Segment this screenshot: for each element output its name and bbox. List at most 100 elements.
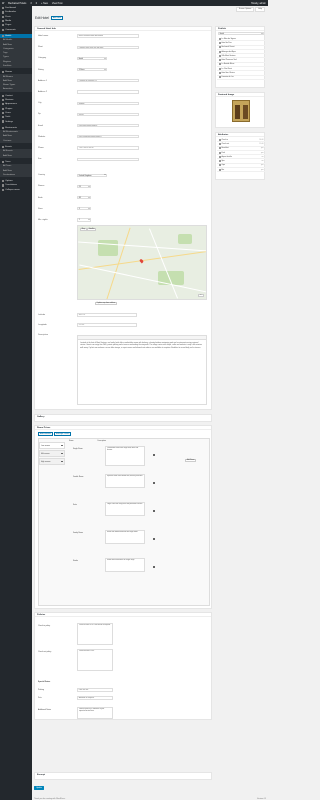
editor-toolbar[interactable]: [78, 336, 206, 340]
description-label: Description: [38, 334, 49, 336]
checkout-textarea[interactable]: Check-out until 11:00.: [77, 649, 113, 671]
city-input[interactable]: Bedoin: [77, 101, 139, 105]
attribute-checkbox[interactable]: [218, 164, 221, 167]
col-desc-header: Description: [97, 440, 106, 442]
address-1-input[interactable]: Chemin du Ventoux 12: [77, 79, 139, 83]
add-new-button[interactable]: Add New: [50, 16, 63, 20]
hotel-checkbox[interactable]: [218, 72, 221, 75]
attribute-row[interactable]: Bar yes: [217, 168, 265, 173]
phone-input[interactable]: +33 4 90 65 00 00: [77, 146, 139, 150]
checkin-textarea[interactable]: Check-in from 14:00. Late arrival on req…: [77, 623, 113, 645]
price-row-textarea[interactable]: Room with double bed and two single beds…: [105, 530, 145, 544]
hotel-list-item[interactable]: Domaine du Lac: [217, 76, 265, 80]
attribute-checkbox[interactable]: [218, 142, 221, 145]
price-row-textarea[interactable]: Comfortable room with single bed, desk a…: [105, 446, 145, 466]
zip-input[interactable]: 84410: [77, 112, 139, 116]
notes-textarea[interactable]: Please inform us in advance of your expe…: [77, 707, 113, 719]
hotel-checkbox[interactable]: [218, 41, 221, 44]
remove-icon[interactable]: [61, 444, 63, 447]
help-tab[interactable]: Help: [255, 7, 265, 12]
attribute-checkbox[interactable]: [218, 160, 221, 163]
comments-count[interactable]: 0: [36, 2, 37, 5]
season-tab-label: High season: [41, 460, 51, 463]
sidebar-item-label: Pages: [5, 24, 12, 27]
hotel-checkbox[interactable]: [218, 50, 221, 53]
season-tab-high-season[interactable]: High season: [39, 458, 65, 465]
stars-label: Stars: [38, 207, 43, 210]
sidebar-item-label: Tools: [5, 116, 11, 119]
excerpt-heading[interactable]: Excerpt: [35, 773, 211, 777]
description-editor[interactable]: Located at the foot of Mont Ventoux, our…: [77, 335, 207, 405]
update-map-button[interactable]: Update map from address: [95, 302, 118, 306]
user-greeting[interactable]: Howdy, admin: [251, 2, 266, 5]
category-select[interactable]: Hotel: [77, 56, 107, 60]
hotel-checkbox[interactable]: [218, 54, 221, 57]
hotel-name-input[interactable]: Mont Ventoux Hotel Bechamel: [77, 34, 139, 38]
remove-icon[interactable]: [61, 460, 63, 463]
attribute-checkbox[interactable]: [218, 147, 221, 150]
beds-select[interactable]: 48: [77, 196, 91, 200]
add-row-icon[interactable]: [153, 454, 155, 456]
details-box-heading: General Hotel Info: [35, 27, 211, 31]
website-input[interactable]: http://www.bechamel-hotel.fr: [77, 135, 139, 139]
sidebar-item-label: All Rooms: [3, 75, 13, 78]
add-row-icon[interactable]: [153, 566, 155, 568]
longitude-input[interactable]: 5.1782: [77, 323, 137, 327]
attribute-checkbox[interactable]: [218, 151, 221, 154]
min-nights-select[interactable]: 1: [77, 218, 91, 222]
email-input[interactable]: info@bechamel-hotel.fr: [77, 124, 139, 128]
attribute-checkbox[interactable]: [218, 138, 221, 141]
users-icon: [1, 111, 4, 115]
hotel-checkbox[interactable]: [218, 76, 221, 79]
update-button[interactable]: Update: [34, 786, 44, 790]
latitude-input[interactable]: 44.1751: [77, 313, 137, 317]
screen-options-tab[interactable]: Screen Options: [235, 7, 255, 12]
zoom-control[interactable]: + −: [198, 293, 204, 297]
screen-tabs: Screen Options Help: [235, 7, 265, 12]
remove-icon[interactable]: [61, 452, 63, 455]
hotel-list-label: Villa Mont Ventoux: [221, 54, 236, 57]
manage-prices-tab[interactable]: Manage Prices: [53, 432, 72, 436]
site-name-link[interactable]: Bechamel Hotels: [8, 2, 26, 5]
add-row-icon[interactable]: [153, 510, 155, 512]
hotel-checkbox[interactable]: [218, 67, 221, 70]
attribute-checkbox[interactable]: [218, 155, 221, 158]
satellite-view-button[interactable]: Satellite: [87, 228, 97, 232]
season-tab-mid-season[interactable]: Mid season: [39, 450, 65, 457]
view-post-link[interactable]: View Post: [52, 2, 63, 5]
fax-input[interactable]: [77, 157, 139, 161]
location-map[interactable]: Map Satellite + −: [77, 225, 207, 300]
updates-count[interactable]: 3: [30, 2, 31, 5]
hotel-checkbox[interactable]: [218, 46, 221, 49]
gallery-heading[interactable]: Gallery: [35, 415, 211, 419]
extra-input[interactable]: Allowed on request: [77, 696, 113, 700]
attribute-checkbox[interactable]: [218, 168, 221, 171]
sidebar-item-label: All Hotels: [3, 39, 13, 42]
add-row-icon[interactable]: [153, 482, 155, 484]
price-row-textarea[interactable]: Large suite with living area and panoram…: [105, 502, 145, 516]
featured-image[interactable]: [232, 100, 250, 122]
add-row-icon[interactable]: [153, 538, 155, 540]
add-room-button[interactable]: Add Room: [185, 459, 197, 463]
price-row-textarea[interactable]: Studio with kitchenette for longer stays…: [105, 558, 145, 572]
hotel-checkbox[interactable]: [218, 37, 221, 40]
new-content-link[interactable]: + New: [41, 2, 48, 5]
season-tab-low-season[interactable]: Low season: [39, 442, 65, 449]
rating-select[interactable]: 3 Stars: [77, 68, 107, 72]
hotel-checkbox[interactable]: [218, 59, 221, 62]
attribute-value: yes: [260, 151, 264, 154]
wp-logo-icon[interactable]: W: [2, 2, 4, 5]
pages-icon: [1, 24, 4, 27]
hotel-checkbox[interactable]: [218, 63, 221, 66]
rooms-select[interactable]: 24: [77, 184, 91, 188]
map-view-button[interactable]: Map: [80, 228, 87, 232]
short-input[interactable]: Comfort stay near the old town: [77, 45, 139, 49]
stars-select[interactable]: 3: [77, 207, 91, 211]
country-select[interactable]: United Kingdom: [77, 173, 107, 177]
attribute-name: Bar: [221, 168, 225, 171]
price-row-textarea[interactable]: Spacious room with double bed, balcony a…: [105, 474, 145, 488]
hotel-select[interactable]: Hotel: [218, 32, 264, 36]
extra-input[interactable]: Free on site: [77, 688, 113, 692]
address-2-input[interactable]: [77, 90, 139, 94]
add-season-tab[interactable]: Add Season: [38, 432, 53, 436]
